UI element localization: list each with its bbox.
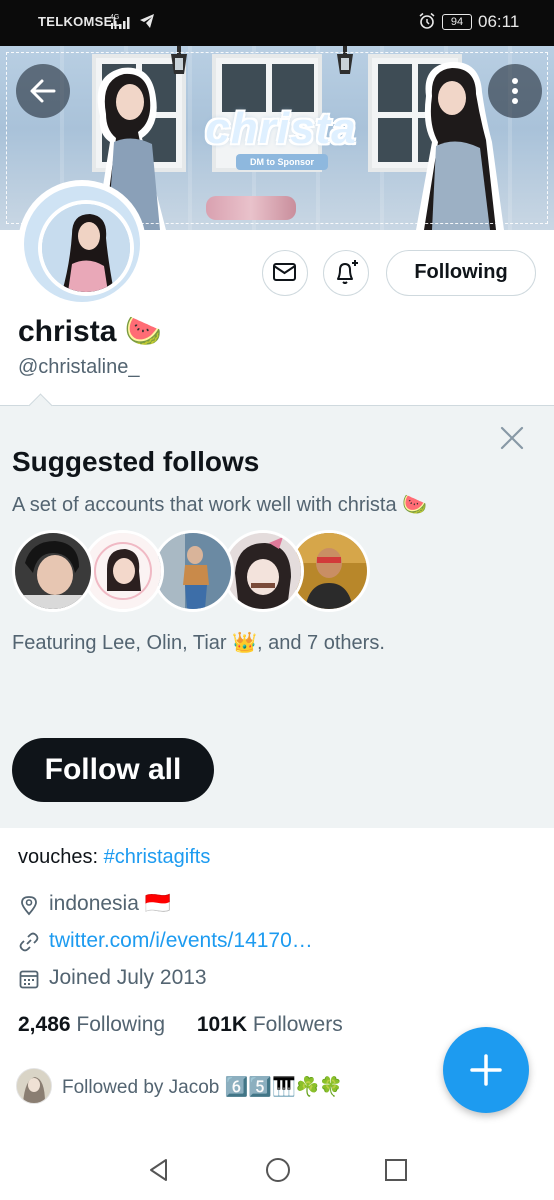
android-nav-bar — [0, 1140, 554, 1200]
signal-icon: 4G — [110, 14, 130, 29]
mutual-follower-avatar — [16, 1068, 52, 1104]
bell-plus-icon — [337, 260, 358, 284]
follow-all-button[interactable]: Follow all — [12, 738, 214, 802]
suggested-avatars[interactable] — [12, 530, 372, 616]
back-arrow-icon — [30, 79, 56, 103]
banner-title: christa — [205, 104, 357, 153]
suggested-avatar[interactable] — [222, 530, 304, 612]
following-link[interactable]: 2,486 Following — [18, 1013, 165, 1036]
notifications-button[interactable] — [323, 250, 369, 296]
banner-subtitle: DM to Sponsor — [236, 154, 328, 170]
location-text: indonesia 🇮🇩 — [49, 892, 171, 915]
back-button[interactable] — [16, 64, 70, 118]
network-type: 4G — [110, 14, 119, 21]
bio-text: vouches: — [18, 846, 104, 868]
message-button[interactable] — [262, 250, 308, 296]
nav-home-icon[interactable] — [264, 1156, 292, 1184]
display-name: christa 🍉 — [18, 315, 163, 348]
nav-recents-icon[interactable] — [382, 1156, 410, 1184]
followers-count: 101K — [196, 1013, 248, 1036]
avatar-photo — [38, 200, 134, 296]
link-icon — [19, 932, 39, 952]
envelope-icon — [273, 263, 296, 281]
nav-back-icon[interactable] — [145, 1156, 173, 1184]
following-count: 2,486 — [18, 1013, 71, 1036]
avatar-background — [24, 186, 140, 302]
telegram-icon — [140, 14, 154, 28]
carrier-label: TELKOMSEL — [38, 14, 121, 29]
suggested-avatar[interactable] — [82, 530, 164, 612]
profile-avatar[interactable] — [18, 180, 146, 308]
suggested-avatar[interactable] — [152, 530, 234, 612]
suggested-avatar[interactable] — [12, 530, 94, 612]
status-bar: TELKOMSEL 4G 94 06:11 — [0, 0, 554, 46]
battery-indicator: 94 — [442, 14, 472, 30]
followers-label: Followers — [252, 1013, 343, 1036]
banner-flower-box — [206, 196, 296, 220]
profile-bio: vouches: #christagifts — [18, 846, 210, 869]
website-link[interactable]: twitter.com/i/events/14170… — [49, 929, 313, 953]
alarm-icon — [419, 12, 435, 29]
suggested-follows-panel: Suggested follows A set of accounts that… — [0, 393, 554, 828]
followed-by-text: Followed by Jacob 6️⃣5️⃣🎹☘️🍀 — [62, 1077, 343, 1098]
joined-date: Joined July 2013 — [49, 966, 207, 989]
compose-tweet-button[interactable] — [443, 1027, 529, 1113]
clock: 06:11 — [478, 12, 520, 31]
followed-by-row[interactable]: Followed by Jacob 6️⃣5️⃣🎹☘️🍀 — [16, 1068, 436, 1104]
suggested-follows-description: A set of accounts that work well with ch… — [12, 494, 428, 516]
calendar-icon — [19, 970, 39, 989]
follow-stats: 2,486 Following 101K Followers — [18, 1013, 343, 1037]
panel-pointer — [28, 393, 53, 418]
following-label: Following — [76, 1013, 166, 1036]
close-icon[interactable] — [498, 424, 526, 452]
more-vertical-icon — [512, 78, 518, 104]
suggested-featuring-text: Featuring Lee, Olin, Tiar 👑, and 7 other… — [12, 632, 385, 654]
bio-hashtag-link[interactable]: #christagifts — [104, 846, 211, 868]
location-pin-icon — [21, 896, 37, 916]
more-options-button[interactable] — [488, 64, 542, 118]
username-handle: @christaline_ — [18, 356, 140, 378]
followers-link[interactable]: 101K Followers — [197, 1013, 343, 1036]
lamp-icon — [337, 46, 353, 74]
suggested-follows-title: Suggested follows — [12, 446, 260, 477]
following-button[interactable]: Following — [386, 250, 536, 296]
plus-icon — [470, 1054, 502, 1086]
